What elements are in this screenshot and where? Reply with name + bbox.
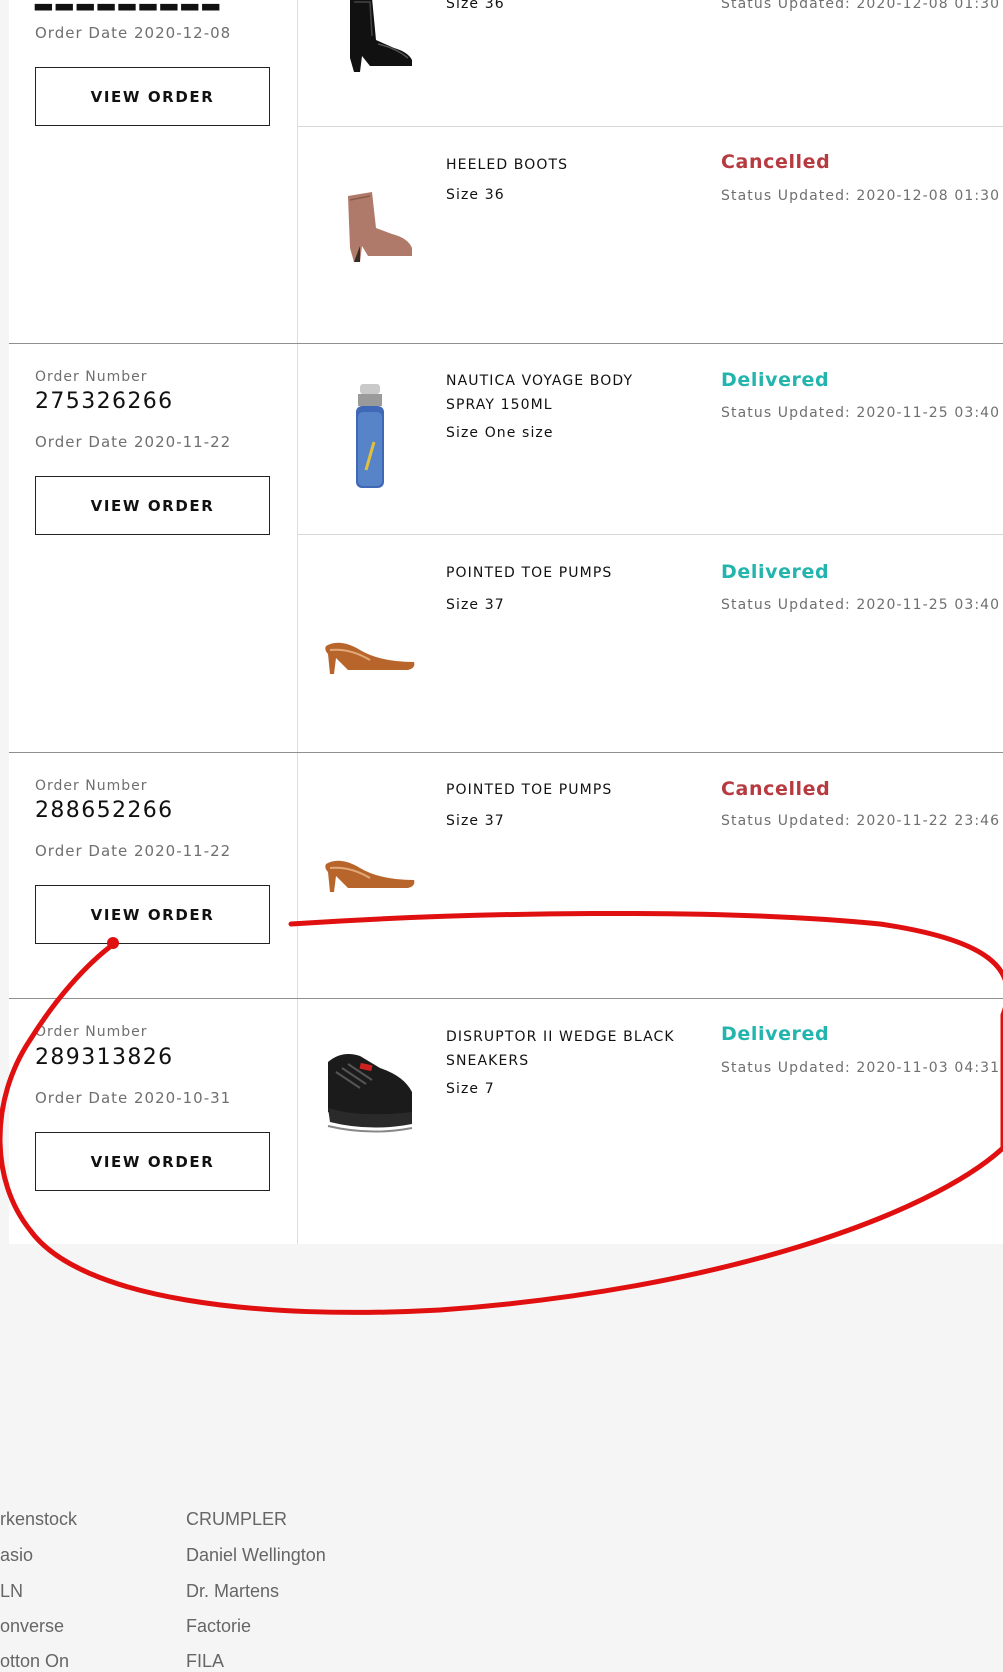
- product-name: DISRUPTOR II WEDGE BLACK SNEAKERS: [446, 1029, 675, 1069]
- order-number-label: Order Number: [35, 1024, 148, 1040]
- order-number: 289313826: [35, 1045, 174, 1070]
- order-date: Order Date 2020-10-31: [35, 1089, 232, 1107]
- view-order-button[interactable]: VIEW ORDER: [35, 885, 270, 944]
- product-size: Size 36: [446, 0, 505, 12]
- product-size: Size 37: [446, 813, 505, 829]
- order-divider: [9, 998, 1003, 999]
- product-name: POINTED TOE PUMPS: [446, 782, 613, 798]
- black-ankle-boot-image[interactable]: [320, 0, 420, 76]
- footer-brand-link[interactable]: CRUMPLER: [186, 1509, 287, 1530]
- tan-pump-image[interactable]: [320, 846, 420, 896]
- order-date: Order Date 2020-12-08: [35, 24, 232, 42]
- footer-brand-link[interactable]: rkenstock: [0, 1509, 77, 1530]
- footer-brand-link[interactable]: Dr. Martens: [186, 1581, 279, 1602]
- status-updated: Status Updated: 2020-11-25 03:40: [721, 597, 1001, 613]
- status-updated: Status Updated: 2020-11-03 04:31: [721, 1060, 1001, 1076]
- body-spray-can-image[interactable]: [320, 382, 420, 492]
- tan-pump-image[interactable]: [320, 628, 420, 678]
- footer-brand-link[interactable]: Factorie: [186, 1616, 251, 1637]
- status-updated: Status Updated: 2020-11-22 23:46: [721, 813, 1001, 829]
- order-date: Order Date 2020-11-22: [35, 842, 232, 860]
- product-name: NAUTICA VOYAGE BODY SPRAY 150ML: [446, 373, 634, 413]
- view-order-button[interactable]: VIEW ORDER: [35, 1132, 270, 1191]
- order-number-partial: ▂▂▂▂▂▂▂▂▂: [35, 0, 223, 11]
- status-delivered: Delivered: [721, 369, 830, 391]
- footer-brand-link[interactable]: onverse: [0, 1616, 64, 1637]
- order-date: Order Date 2020-11-22: [35, 433, 232, 451]
- product-size: Size 7: [446, 1081, 495, 1097]
- status-cancelled: Cancelled: [721, 778, 831, 800]
- status-cancelled: Cancelled: [721, 151, 831, 173]
- order-number-label: Order Number: [35, 369, 148, 385]
- item-divider: [298, 534, 1003, 535]
- product-name: HEELED BOOTS: [446, 157, 569, 173]
- status-delivered: Delivered: [721, 1023, 830, 1045]
- order-divider: [9, 752, 1003, 753]
- order-number-label: Order Number: [35, 778, 148, 794]
- view-order-button[interactable]: VIEW ORDER: [35, 476, 270, 535]
- footer-brand-link[interactable]: Daniel Wellington: [186, 1545, 326, 1566]
- order-number: 288652266: [35, 798, 174, 823]
- tan-suede-boot-image[interactable]: [320, 188, 420, 268]
- status-updated: Status Updated: 2020-12-08 01:30: [721, 188, 1001, 204]
- footer-brand-link[interactable]: LN: [0, 1581, 23, 1602]
- product-size: Size One size: [446, 425, 554, 441]
- view-order-button[interactable]: VIEW ORDER: [35, 67, 270, 126]
- item-divider: [298, 126, 1003, 127]
- status-updated: Status Updated: 2020-11-25 03:40: [721, 405, 1001, 421]
- product-size: Size 36: [446, 187, 505, 203]
- status-updated: Status Updated: 2020-12-08 01:30: [721, 0, 1001, 12]
- status-delivered: Delivered: [721, 561, 830, 583]
- product-size: Size 37: [446, 597, 505, 613]
- order-number: 275326266: [35, 389, 174, 414]
- column-divider: [297, 0, 298, 1244]
- order-divider: [9, 343, 1003, 344]
- product-name: POINTED TOE PUMPS: [446, 565, 613, 581]
- footer-brand-link[interactable]: asio: [0, 1545, 33, 1566]
- black-chunky-sneaker-image[interactable]: [320, 1042, 420, 1142]
